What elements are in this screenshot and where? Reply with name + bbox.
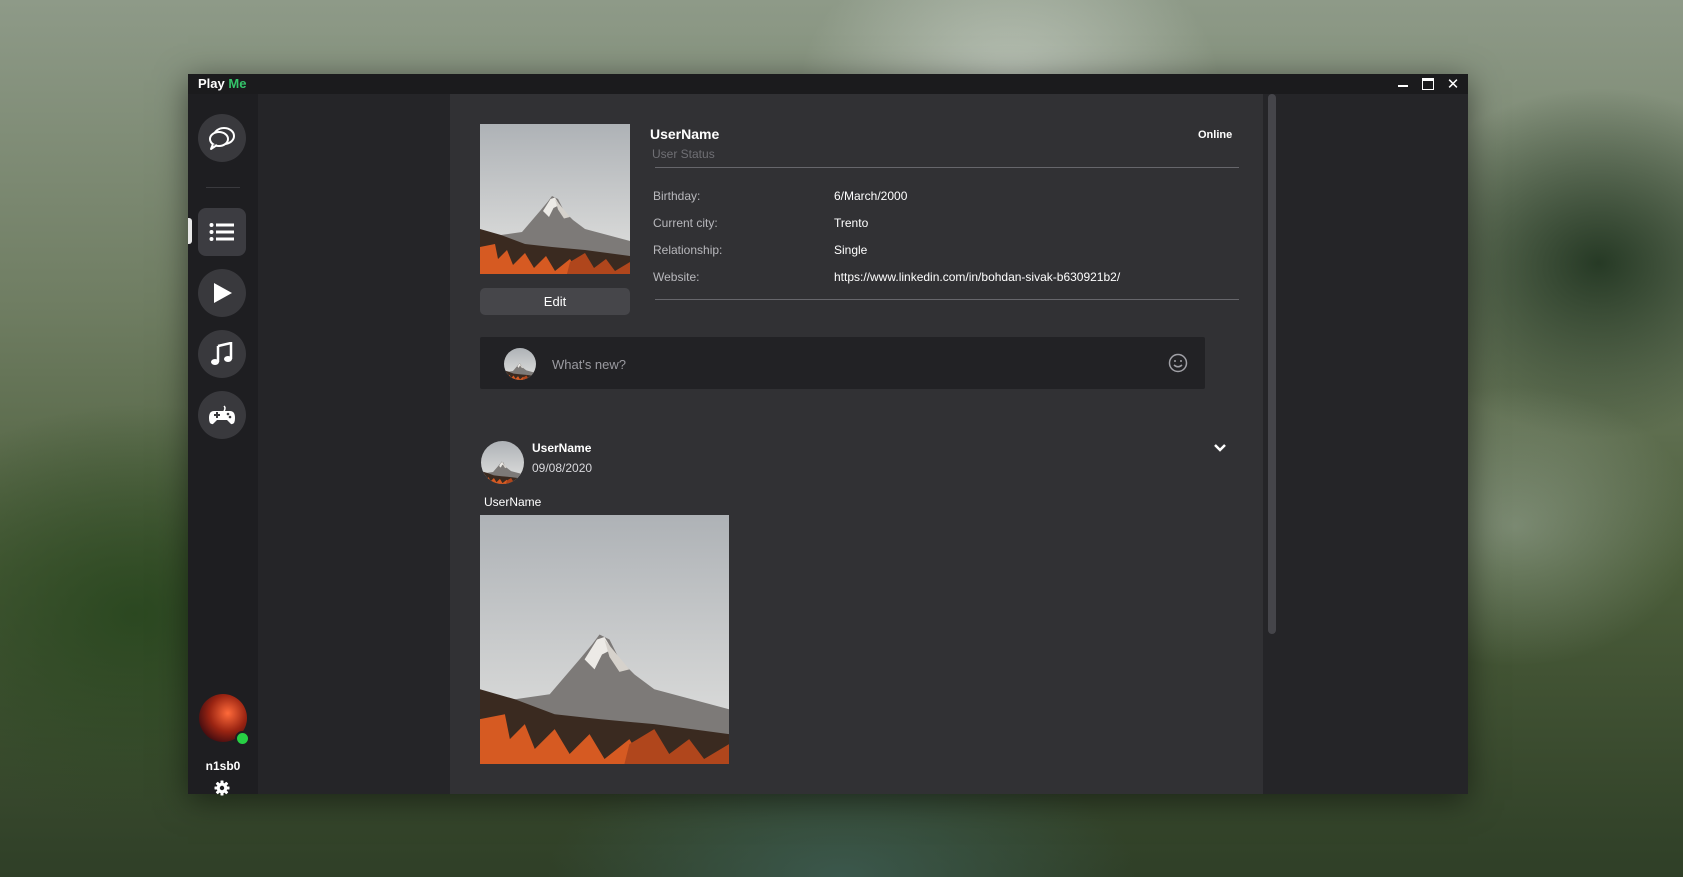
nav-chat-button[interactable] xyxy=(198,114,246,162)
current-user-name: n1sb0 xyxy=(205,759,241,773)
app-title: Play Me xyxy=(198,76,246,91)
nav-divider xyxy=(206,187,240,188)
post-text: UserName xyxy=(484,495,542,509)
app-title-me: Me xyxy=(228,76,247,91)
play-icon xyxy=(214,283,232,303)
online-status-dot xyxy=(235,731,250,746)
nav-music-button[interactable] xyxy=(198,330,246,378)
divider-bottom xyxy=(655,299,1239,300)
whats-new-input[interactable] xyxy=(550,349,1154,379)
nav-list-button[interactable] xyxy=(198,208,246,256)
info-value-birthday: 6/March/2000 xyxy=(834,189,908,203)
info-label-relationship: Relationship: xyxy=(653,243,723,257)
sidebar: n1sb0 xyxy=(188,94,258,796)
gear-icon[interactable] xyxy=(214,780,230,796)
close-button[interactable]: ✕ xyxy=(1441,74,1465,94)
composer-avatar xyxy=(504,348,536,380)
minimize-icon xyxy=(1398,85,1408,87)
profile-picture xyxy=(480,124,630,274)
edit-profile-button[interactable]: Edit xyxy=(480,288,630,315)
maximize-button[interactable] xyxy=(1416,74,1440,94)
divider-top xyxy=(655,167,1239,168)
post-author-avatar xyxy=(481,441,524,484)
close-icon: ✕ xyxy=(1446,76,1460,93)
music-note-icon xyxy=(211,342,233,365)
website-link[interactable]: https://www.linkedin.com/in/bohdan-sivak… xyxy=(834,270,1120,284)
post-image xyxy=(480,515,729,764)
list-icon xyxy=(209,223,234,241)
left-panel xyxy=(258,94,450,794)
title-bar: Play Me ✕ xyxy=(188,74,1468,94)
presence-status: Online xyxy=(1198,129,1233,141)
chevron-down-icon[interactable] xyxy=(1213,443,1227,453)
app-window: Play Me ✕ n1sb0 Edit UserName User Statu… xyxy=(188,74,1468,796)
maximize-icon xyxy=(1422,78,1434,90)
profile-username: UserName xyxy=(650,126,720,142)
chat-bubbles-icon xyxy=(209,127,235,150)
active-indicator xyxy=(188,218,192,244)
profile-content: Edit UserName User Status Online Birthda… xyxy=(450,94,1263,794)
nav-play-button[interactable] xyxy=(198,269,246,317)
right-panel xyxy=(1263,94,1468,794)
info-label-city: Current city: xyxy=(653,216,718,230)
post-composer xyxy=(480,337,1205,389)
info-value-city: Trento xyxy=(834,216,869,230)
post-date: 09/08/2020 xyxy=(532,461,593,475)
info-label-birthday: Birthday: xyxy=(653,189,701,203)
content-scrollbar[interactable] xyxy=(1268,94,1276,634)
gamepad-icon xyxy=(209,405,235,425)
profile-user-status: User Status xyxy=(652,147,715,161)
nav-games-button[interactable] xyxy=(198,391,246,439)
minimize-button[interactable] xyxy=(1391,74,1415,94)
info-value-relationship: Single xyxy=(834,243,868,257)
info-label-website: Website: xyxy=(653,270,700,284)
app-title-play: Play xyxy=(198,76,225,91)
smiley-icon[interactable] xyxy=(1168,353,1188,373)
post-author: UserName xyxy=(532,441,592,455)
